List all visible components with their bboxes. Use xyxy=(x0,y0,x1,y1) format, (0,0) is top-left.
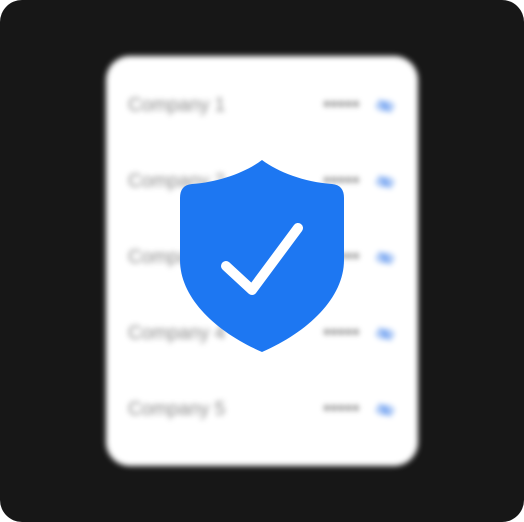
eye-slash-icon[interactable] xyxy=(374,173,396,191)
shield-shape xyxy=(180,160,344,352)
eye-slash-icon[interactable] xyxy=(374,249,396,267)
list-item[interactable]: Company 1 ***** xyxy=(128,86,396,126)
eye-slash-icon[interactable] xyxy=(374,325,396,343)
list-item[interactable]: Company 5 ***** xyxy=(128,390,396,430)
company-name: Company 1 xyxy=(128,95,226,116)
app-frame: Company 1 ***** Company 2 ***** Company … xyxy=(0,0,524,522)
password-mask: ***** xyxy=(323,99,360,113)
shield-check-icon xyxy=(176,156,348,356)
eye-slash-icon[interactable] xyxy=(374,401,396,419)
password-mask: ***** xyxy=(323,403,360,417)
company-name: Company 5 xyxy=(128,399,226,420)
eye-slash-icon[interactable] xyxy=(374,97,396,115)
